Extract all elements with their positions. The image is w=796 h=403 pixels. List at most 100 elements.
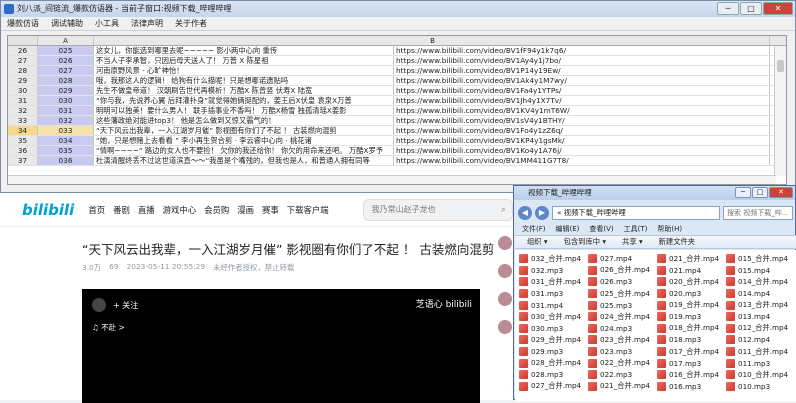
maximize-button[interactable]: □ [752, 187, 768, 198]
cell-id[interactable]: 035 [38, 146, 94, 155]
file-item[interactable]: 022.mp3 [588, 369, 655, 381]
table-row[interactable]: 33 032 这些藩政绝对能进top3！ 他是怎么做到又惊又霸气的！ https://… [8, 116, 786, 126]
file-item[interactable]: 020.mp3 [657, 288, 724, 300]
cell-title[interactable]: 明明可以独美！要什么男人！ 联手插事业不香吗！ 万酷X杨雪 独孤清瑶X姜影 [94, 106, 394, 115]
video-player[interactable]: + 关注 ♫ 不赴 > 芝语心 bilibili [82, 289, 480, 403]
nav-live[interactable]: 直播 [138, 204, 155, 216]
row-number[interactable]: 29 [8, 76, 38, 85]
vertical-scrollbar[interactable] [774, 46, 786, 176]
file-item[interactable]: 012_合并.mp4 [726, 323, 793, 335]
cell-title[interactable]: 先生不做皇帝道！ 汉朝刷告世代再模析！万酷X 陈曾竖 伏寿X 陆宽 [94, 86, 394, 95]
row-number[interactable]: 37 [8, 156, 38, 165]
file-item[interactable]: 019_合并.mp4 [657, 299, 724, 311]
nav-match[interactable]: 赛事 [262, 204, 279, 216]
file-item[interactable]: 015.mp4 [726, 265, 793, 277]
table-row[interactable]: 34 033 “天下风云出我辈，一入江湖岁月催” 影视圈有你们了不起 ！ 古装燃向混… [8, 126, 786, 136]
table-row[interactable]: 35 034 “她，只是想赌上去看看 ” 李小再生贺合剪 · 李云睿中心向 · 桃花… [8, 136, 786, 146]
close-button[interactable]: ✕ [763, 2, 793, 15]
cell-id[interactable]: 026 [38, 56, 94, 65]
file-item[interactable]: 017_合并.mp4 [657, 346, 724, 358]
cell-id[interactable]: 032 [38, 116, 94, 125]
table-row[interactable]: 26 025 这女儿，你能选到哪里去呢~~~~~ 影小两中心向 重传 https://… [8, 46, 786, 56]
file-item[interactable]: 013_合并.mp4 [726, 299, 793, 311]
file-item[interactable]: 025.mp3 [588, 299, 655, 311]
music-label[interactable]: ♫ 不赴 > [92, 322, 125, 333]
scroll-thumb[interactable] [777, 60, 784, 72]
nav-manga[interactable]: 漫画 [237, 204, 254, 216]
cell-url[interactable]: https://www.bilibili.com/video/BV1Ay4y1j… [394, 56, 770, 65]
row-number[interactable]: 32 [8, 106, 38, 115]
cell-id[interactable]: 029 [38, 86, 94, 95]
menu-item[interactable]: 调试辅助 [51, 17, 83, 30]
row-number[interactable]: 28 [8, 66, 38, 75]
search-input[interactable]: 我乃常山赵子龙也 ⌕ [362, 198, 513, 221]
cell-url[interactable]: https://www.bilibili.com/video/BV1Fo4y1z… [394, 126, 770, 135]
file-item[interactable]: 032_合并.mp4 [519, 253, 586, 265]
avatar[interactable] [498, 320, 512, 334]
file-item[interactable]: 025_合并.mp4 [588, 288, 655, 300]
file-item[interactable]: 029_合并.mp4 [519, 334, 586, 346]
nav-shop[interactable]: 会员购 [204, 204, 229, 216]
file-item[interactable]: 031.mp4 [519, 299, 586, 311]
avatar[interactable] [498, 292, 512, 306]
file-item[interactable]: 031.mp3 [519, 288, 586, 300]
file-item[interactable]: 027_合并.mp4 [519, 381, 586, 393]
file-item[interactable]: 010_合并.mp4 [726, 369, 793, 381]
row-number[interactable]: 34 [8, 126, 38, 135]
cell-title[interactable]: 不当人子李承智，只因后母天送人了！ 万普 X 陈星祖 [94, 56, 394, 65]
file-item[interactable]: 021.mp4 [657, 265, 724, 277]
menu-item[interactable]: 小工具 [95, 17, 119, 30]
file-item[interactable]: 010.mp3 [726, 381, 793, 393]
column-header-b[interactable]: B [94, 36, 770, 45]
minimize-button[interactable]: ─ [717, 2, 739, 15]
cell-id[interactable]: 025 [38, 46, 94, 55]
row-number[interactable]: 26 [8, 46, 38, 55]
file-item[interactable]: 030_合并.mp4 [519, 311, 586, 323]
organize-button[interactable]: 组织 ▾ [527, 237, 548, 247]
file-item[interactable]: 027.mp4 [588, 253, 655, 265]
file-item[interactable]: 018.mp3 [657, 334, 724, 346]
menu-item[interactable]: 爆款仿语 [7, 17, 39, 30]
share-button[interactable]: 共享 ▾ [622, 237, 643, 247]
cell-url[interactable]: https://www.bilibili.com/video/BV1fF94y1… [394, 46, 770, 55]
row-number[interactable]: 35 [8, 136, 38, 145]
file-item[interactable]: 019.mp3 [657, 311, 724, 323]
cell-title[interactable]: “她，只是想赌上去看看 ” 李小再生贺合剪 · 李云睿中心向 · 桃花诸 [94, 136, 394, 145]
cell-url[interactable]: https://www.bilibili.com/video/BV1MM411G… [394, 156, 770, 165]
menu-item[interactable]: 编辑(E) [556, 224, 580, 235]
file-item[interactable]: 015_合并.mp4 [726, 253, 793, 265]
file-item[interactable]: 026.mp3 [588, 276, 655, 288]
cell-id[interactable]: 030 [38, 96, 94, 105]
cell-url[interactable]: https://www.bilibili.com/video/BV1KP4y1g… [394, 136, 770, 145]
cell-title[interactable]: 这些藩政绝对能进top3！ 他是怎么做到又惊又霸气的！ [94, 116, 394, 125]
cell-title[interactable]: 杜演清醒终丢不过这世道滨直～～“我虽是个嘴残的，但我也是人，和普通人拥有同等 [94, 156, 394, 165]
file-item[interactable]: 024_合并.mp4 [588, 311, 655, 323]
cell-id[interactable]: 027 [38, 66, 94, 75]
nav-download[interactable]: 下载客户端 [287, 204, 329, 216]
file-item[interactable]: 018_合并.mp4 [657, 323, 724, 335]
nav-home[interactable]: 首页 [88, 204, 105, 216]
row-number[interactable]: 36 [8, 146, 38, 155]
file-item[interactable]: 023.mp3 [588, 346, 655, 358]
file-item[interactable]: 023_合并.mp4 [588, 334, 655, 346]
cell-title[interactable]: “天下风云出我辈，一入江湖岁月催” 影视圈有你们了不起 ！ 古装燃向混剪 [94, 126, 394, 135]
include-library-button[interactable]: 包含到库中 ▾ [564, 237, 606, 247]
cell-url[interactable]: https://www.bilibili.com/video/BV1Ko4y1A… [394, 146, 770, 155]
cell-id[interactable]: 031 [38, 106, 94, 115]
bilibili-logo[interactable]: bilibili [22, 201, 74, 219]
cell-id[interactable]: 033 [38, 126, 94, 135]
file-item[interactable]: 021_合并.mp4 [588, 381, 655, 393]
table-row[interactable]: 32 031 明明可以独美！要什么男人！ 联手插事业不香吗！ 万酷X杨雪 独孤清瑶X… [8, 106, 786, 116]
avatar[interactable] [498, 236, 512, 250]
forward-icon[interactable]: ▶ [535, 206, 549, 220]
file-item[interactable]: 028_合并.mp4 [519, 357, 586, 369]
close-button[interactable]: ✕ [769, 187, 793, 198]
file-item[interactable]: 020_合并.mp4 [657, 276, 724, 288]
row-number[interactable]: 31 [8, 96, 38, 105]
file-item[interactable]: 022_合并.mp4 [588, 357, 655, 369]
file-item[interactable]: 026_合并.mp4 [588, 265, 655, 277]
file-item[interactable]: 029.mp3 [519, 346, 586, 358]
uploader-avatar[interactable] [92, 298, 106, 312]
cell-title[interactable]: “情啊~~~~” 路边的女人也不要捡！ 欠你的我还给你！ 你欠的用命来还吧。 万… [94, 146, 394, 155]
menu-item[interactable]: 查看(V) [589, 224, 613, 235]
